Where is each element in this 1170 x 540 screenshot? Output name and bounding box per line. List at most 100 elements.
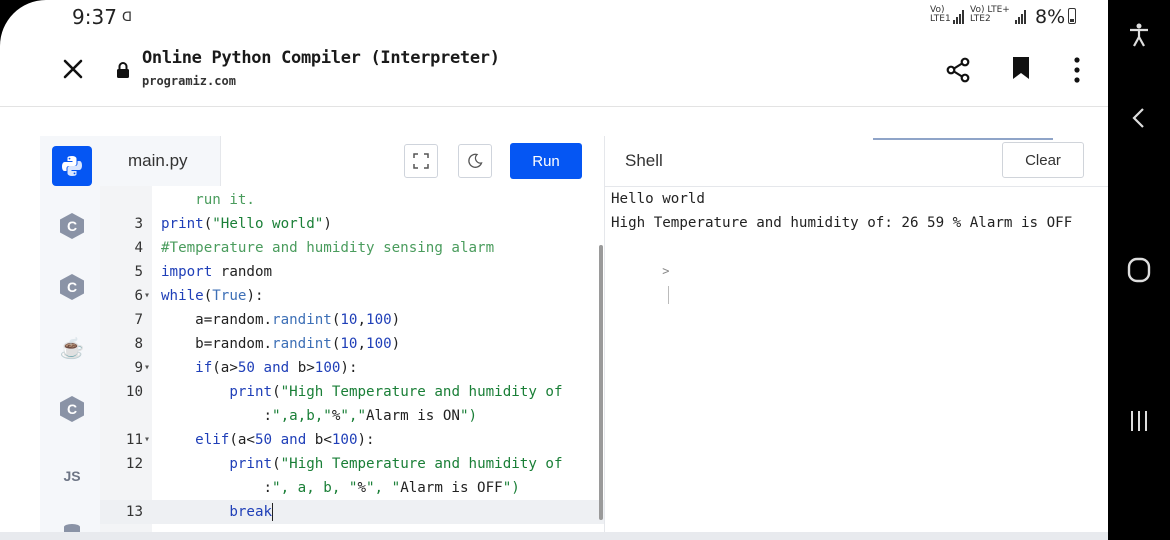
shell-output-line: Hello world xyxy=(611,191,705,207)
javascript-icon: JS xyxy=(63,468,81,484)
system-nav-bar xyxy=(1108,0,1170,540)
code-line[interactable]: 4 #Temperature and humidity sensing alarm xyxy=(100,236,604,260)
shell-title: Shell xyxy=(625,151,663,170)
sidebar-item-c[interactable]: C xyxy=(52,206,92,246)
sidebar-item-python[interactable] xyxy=(52,146,92,186)
code-text: import random xyxy=(161,264,273,280)
code-text: elif(a<50 and b<100): xyxy=(195,432,375,448)
battery-percent: 8% xyxy=(1035,6,1066,28)
line-number: 7 xyxy=(134,312,143,328)
screen: 9:37 ᗡ Vo) LTE1 Vo) LTE+ LTE2 8% Online Py… xyxy=(0,0,1108,540)
code-text: a=random.randint(10,100) xyxy=(161,312,401,328)
tab-main-py[interactable]: main.py xyxy=(100,136,221,186)
code-text: :", a, b, "%", "Alarm is OFF") xyxy=(161,480,520,496)
bottom-edge xyxy=(0,532,1108,540)
python-icon xyxy=(62,156,82,176)
language-sidebar: C C ☕ C JS xyxy=(40,136,100,540)
fold-toggle-icon[interactable]: ▾ xyxy=(144,428,150,452)
code-editor[interactable]: run it. 3 print("Hello world") 4 #Temperatur… xyxy=(100,186,604,540)
code-line[interactable]: :", a, b, "%", "Alarm is OFF") xyxy=(100,476,604,500)
code-text: b=random.randint(10,100) xyxy=(161,336,401,352)
line-number: 10 xyxy=(125,384,143,400)
code-text: run it. xyxy=(161,192,255,208)
sim1-label: Vo) LTE1 xyxy=(930,5,951,24)
code-text: while(True): xyxy=(161,288,264,304)
close-icon[interactable] xyxy=(60,56,86,82)
sidebar-item-csharp[interactable]: C xyxy=(52,389,92,429)
code-line[interactable]: :",a,b,"%","Alarm is ON") xyxy=(100,404,604,428)
line-number: 5 xyxy=(134,264,143,280)
page-url: programiz.com xyxy=(142,74,236,88)
java-icon: ☕ xyxy=(59,337,85,360)
code-text: print("High Temperature and humidity of xyxy=(229,384,563,400)
code-text: #Temperature and humidity sensing alarm xyxy=(161,240,495,256)
more-options-icon[interactable] xyxy=(1072,56,1082,89)
code-line[interactable]: 9 ▾ if(a>50 and b>100): xyxy=(100,356,604,380)
shell-header: Shell Clear xyxy=(604,136,1108,187)
code-line[interactable]: 13 break xyxy=(100,500,604,524)
line-number: 3 xyxy=(134,216,143,232)
bookmark-icon[interactable] xyxy=(1011,55,1031,86)
tab-label: main.py xyxy=(128,151,188,170)
line-number: 9 xyxy=(134,360,143,376)
share-icon[interactable] xyxy=(944,56,972,89)
fullscreen-button[interactable] xyxy=(404,144,438,178)
svg-text:ᗡ: ᗡ xyxy=(122,10,132,24)
signal-bars-2-icon xyxy=(1015,8,1026,24)
notification-icon: ᗡ xyxy=(122,8,136,27)
line-number: 11 xyxy=(125,432,143,448)
clear-button[interactable]: Clear xyxy=(1002,142,1084,178)
sim2-label: Vo) LTE+ LTE2 xyxy=(970,5,1010,24)
line-number: 4 xyxy=(134,240,143,256)
prompt-symbol: > xyxy=(662,264,670,278)
page-title: Online Python Compiler (Interpreter) xyxy=(142,48,500,68)
theme-toggle-button[interactable] xyxy=(458,144,492,178)
back-icon[interactable] xyxy=(1108,105,1170,131)
line-number: 6 xyxy=(134,288,143,304)
sidebar-item-cpp[interactable]: C xyxy=(52,267,92,307)
fold-toggle-icon[interactable]: ▾ xyxy=(144,284,150,308)
code-line[interactable]: 8 b=random.randint(10,100) xyxy=(100,332,604,356)
run-button[interactable]: Run xyxy=(510,143,582,179)
home-icon[interactable] xyxy=(1108,256,1170,284)
battery-icon xyxy=(1068,8,1076,24)
shell-prompt[interactable]: > xyxy=(611,235,669,304)
code-line[interactable]: 5 import random xyxy=(100,260,604,284)
cpp-icon: C xyxy=(60,274,84,300)
browser-toolbar: Online Python Compiler (Interpreter) pro… xyxy=(0,34,1108,140)
line-number: 12 xyxy=(125,456,143,472)
signal-bars-icon xyxy=(953,8,964,24)
c-icon: C xyxy=(60,213,84,239)
lock-icon xyxy=(116,62,130,78)
code-text: :",a,b,"%","Alarm is ON") xyxy=(161,408,478,424)
csharp-icon: C xyxy=(60,396,84,422)
fullscreen-icon xyxy=(413,153,429,169)
code-line[interactable]: 6 ▾ while(True): xyxy=(100,284,604,308)
code-line[interactable]: 3 print("Hello world") xyxy=(100,212,604,236)
recent-apps-icon[interactable] xyxy=(1108,408,1170,434)
shell-cursor xyxy=(668,286,670,304)
shell-output-line: High Temperature and humidity of: 26 59 … xyxy=(611,215,1073,231)
code-text: print("High Temperature and humidity of xyxy=(229,456,563,472)
editor-header: main.py Run xyxy=(100,136,604,187)
shell-output[interactable]: Hello world High Temperature and humidit… xyxy=(604,186,1108,540)
code-line[interactable]: 7 a=random.randint(10,100) xyxy=(100,308,604,332)
code-text: break xyxy=(229,503,274,521)
code-line[interactable]: 11 ▾ elif(a<50 and b<100): xyxy=(100,428,604,452)
status-bar: 9:37 ᗡ Vo) LTE1 Vo) LTE+ LTE2 8% xyxy=(0,0,1108,34)
line-number: 13 xyxy=(125,504,143,520)
editor-scrollbar[interactable] xyxy=(599,245,603,520)
text-cursor xyxy=(272,503,274,521)
status-time: 9:37 xyxy=(72,5,117,29)
fold-toggle-icon[interactable]: ▾ xyxy=(144,356,150,380)
code-text: print("Hello world") xyxy=(161,216,332,232)
code-line[interactable]: run it. xyxy=(100,188,604,212)
moon-icon xyxy=(468,153,483,168)
code-line[interactable]: 12 print("High Temperature and humidity … xyxy=(100,452,604,476)
sidebar-item-javascript[interactable]: JS xyxy=(52,456,92,496)
accessibility-icon[interactable] xyxy=(1108,22,1170,48)
code-text: if(a>50 and b>100): xyxy=(195,360,358,376)
code-line[interactable]: 10 print("High Temperature and humidity … xyxy=(100,380,604,404)
sidebar-item-java[interactable]: ☕ xyxy=(52,328,92,368)
line-number: 8 xyxy=(134,336,143,352)
